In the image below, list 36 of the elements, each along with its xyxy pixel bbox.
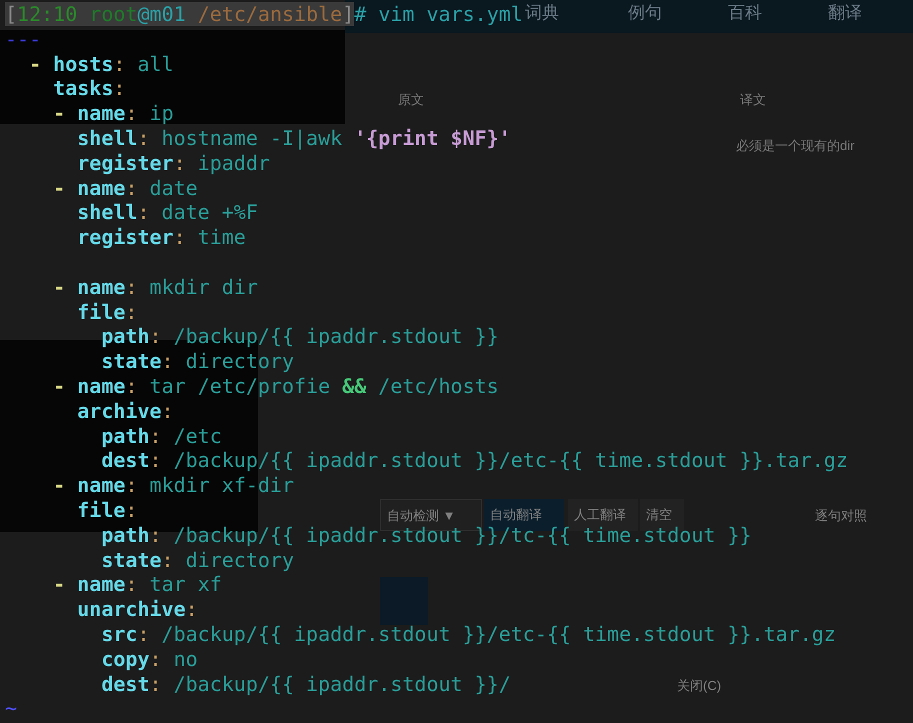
window-tab[interactable]: 翻译 xyxy=(828,0,862,26)
code-line: --- xyxy=(5,26,42,52)
code-line: file: xyxy=(76,300,138,324)
code-line: shell: hostname -I|awk '{print $NF}' xyxy=(76,126,511,151)
code-line: register: time xyxy=(76,225,246,250)
window-tab[interactable]: 词典 xyxy=(525,0,559,26)
code-line: dest: /backup/{{ ipaddr.stdout }}/ xyxy=(100,672,511,696)
close-button[interactable]: 关闭(C) xyxy=(677,676,722,696)
column-header: 原文 xyxy=(398,91,424,109)
code-line: unarchive: xyxy=(76,597,198,622)
code-line: - name: mkdir xf-dir xyxy=(52,473,294,498)
window-tab[interactable]: 百科 xyxy=(728,0,762,26)
code-line: state: directory xyxy=(100,548,294,572)
code-line: - name: mkdir dir xyxy=(52,274,258,300)
code-line: state: directory xyxy=(100,349,294,374)
code-line: - name: date xyxy=(52,176,198,200)
code-line: archive: xyxy=(76,398,174,424)
shell-prompt: [12:10 root@m01 /etc/ansible]# vim vars.yml xyxy=(5,2,523,27)
hint-text: 必须是一个现有的dir xyxy=(736,137,854,155)
code-line: - hosts: all xyxy=(28,52,174,76)
code-line: - name: ip xyxy=(52,101,174,126)
code-line: dest: /backup/{{ ipaddr.stdout }}/etc-{{ time.stdout }}.tar.gz xyxy=(100,448,848,474)
code-line: file: xyxy=(76,498,138,523)
code-line: src: /backup/{{ ipaddr.stdout }}/etc-{{ time.stdout }}.tar.gz xyxy=(100,622,836,647)
code-line: copy: no xyxy=(100,646,198,672)
empty-line-marker: ~ xyxy=(5,696,18,722)
code-line: - name: tar xf xyxy=(52,572,222,598)
window-tab[interactable]: 例句 xyxy=(628,0,662,26)
code-line: - name: tar /etc/profie && /etc/hosts xyxy=(52,374,499,399)
code-line: register: ipaddr xyxy=(76,150,270,176)
compare-button[interactable]: 逐句对照 xyxy=(815,506,867,526)
code-line: path: /etc xyxy=(100,424,222,448)
column-header: 译文 xyxy=(740,91,766,109)
code-line: shell: date +%F xyxy=(76,200,258,226)
code-line: tasks: xyxy=(52,76,126,102)
code-line: path: /backup/{{ ipaddr.stdout }} xyxy=(100,324,499,350)
